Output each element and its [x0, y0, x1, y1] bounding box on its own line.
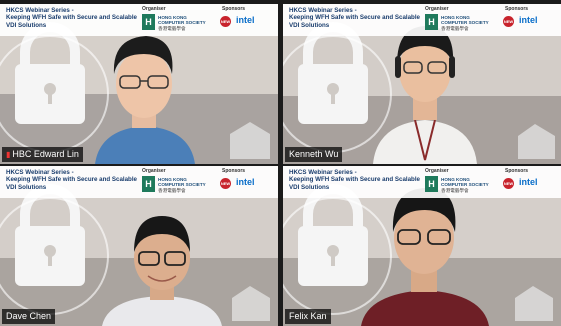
- sponsors-label: Sponsors: [222, 168, 246, 174]
- sponsors-label: Sponsors: [505, 168, 529, 174]
- sponsor-logo-1: NEW: [220, 16, 231, 27]
- video-grid: HKCS Webinar Series - Keeping WFH Safe w…: [0, 0, 561, 326]
- sponsor-logo-1: NEW: [220, 178, 231, 189]
- participant-name-tag: Dave Chen: [2, 309, 56, 324]
- sponsors-label: Sponsors: [505, 6, 529, 12]
- webinar-banner: HKCS Webinar Series - Keeping WFH Safe w…: [0, 166, 278, 198]
- banner-title: HKCS Webinar Series - Keeping WFH Safe w…: [6, 169, 138, 191]
- webinar-banner: HKCS Webinar Series - Keeping WFH Safe w…: [283, 166, 561, 198]
- sponsors-label: Sponsors: [222, 6, 246, 12]
- intel-logo: intel: [236, 15, 255, 25]
- participant-name-tag: Felix Kan: [285, 309, 331, 324]
- organiser-label: Organiser: [425, 168, 449, 174]
- organiser-label: Organiser: [425, 6, 449, 12]
- hkcs-logo: H HONG KONG COMPUTER SOCIETY 香港電腦學會: [142, 14, 212, 32]
- hkcs-logo: H HONG KONG COMPUTER SOCIETY 香港電腦學會: [425, 176, 495, 194]
- video-tile-dave-chen[interactable]: HKCS Webinar Series - Keeping WFH Safe w…: [0, 166, 278, 326]
- video-tile-kenneth-wu[interactable]: HKCS Webinar Series - Keeping WFH Safe w…: [283, 4, 561, 164]
- intel-logo: intel: [519, 177, 538, 187]
- participant-name-tag: ▮ HBC Edward Lin: [2, 147, 83, 162]
- sponsor-logo-1: NEW: [503, 16, 514, 27]
- organiser-label: Organiser: [142, 168, 166, 174]
- webinar-banner: HKCS Webinar Series - Keeping WFH Safe w…: [0, 4, 278, 36]
- hkcs-logo: H HONG KONG COMPUTER SOCIETY 香港電腦學會: [142, 176, 212, 194]
- hkcs-logo: H HONG KONG COMPUTER SOCIETY 香港電腦學會: [425, 14, 495, 32]
- video-tile-edward-lin[interactable]: HKCS Webinar Series - Keeping WFH Safe w…: [0, 4, 278, 164]
- intel-logo: intel: [236, 177, 255, 187]
- participant-name-tag: Kenneth Wu: [285, 147, 343, 162]
- banner-title: HKCS Webinar Series - Keeping WFH Safe w…: [6, 7, 138, 29]
- video-tile-felix-kan[interactable]: HKCS Webinar Series - Keeping WFH Safe w…: [283, 166, 561, 326]
- intel-logo: intel: [519, 15, 538, 25]
- mic-muted-icon: ▮: [6, 150, 11, 159]
- webinar-banner: HKCS Webinar Series - Keeping WFH Safe w…: [283, 4, 561, 36]
- sponsor-logo-1: NEW: [503, 178, 514, 189]
- banner-title: HKCS Webinar Series - Keeping WFH Safe w…: [289, 7, 421, 29]
- banner-title: HKCS Webinar Series - Keeping WFH Safe w…: [289, 169, 421, 191]
- organiser-label: Organiser: [142, 6, 166, 12]
